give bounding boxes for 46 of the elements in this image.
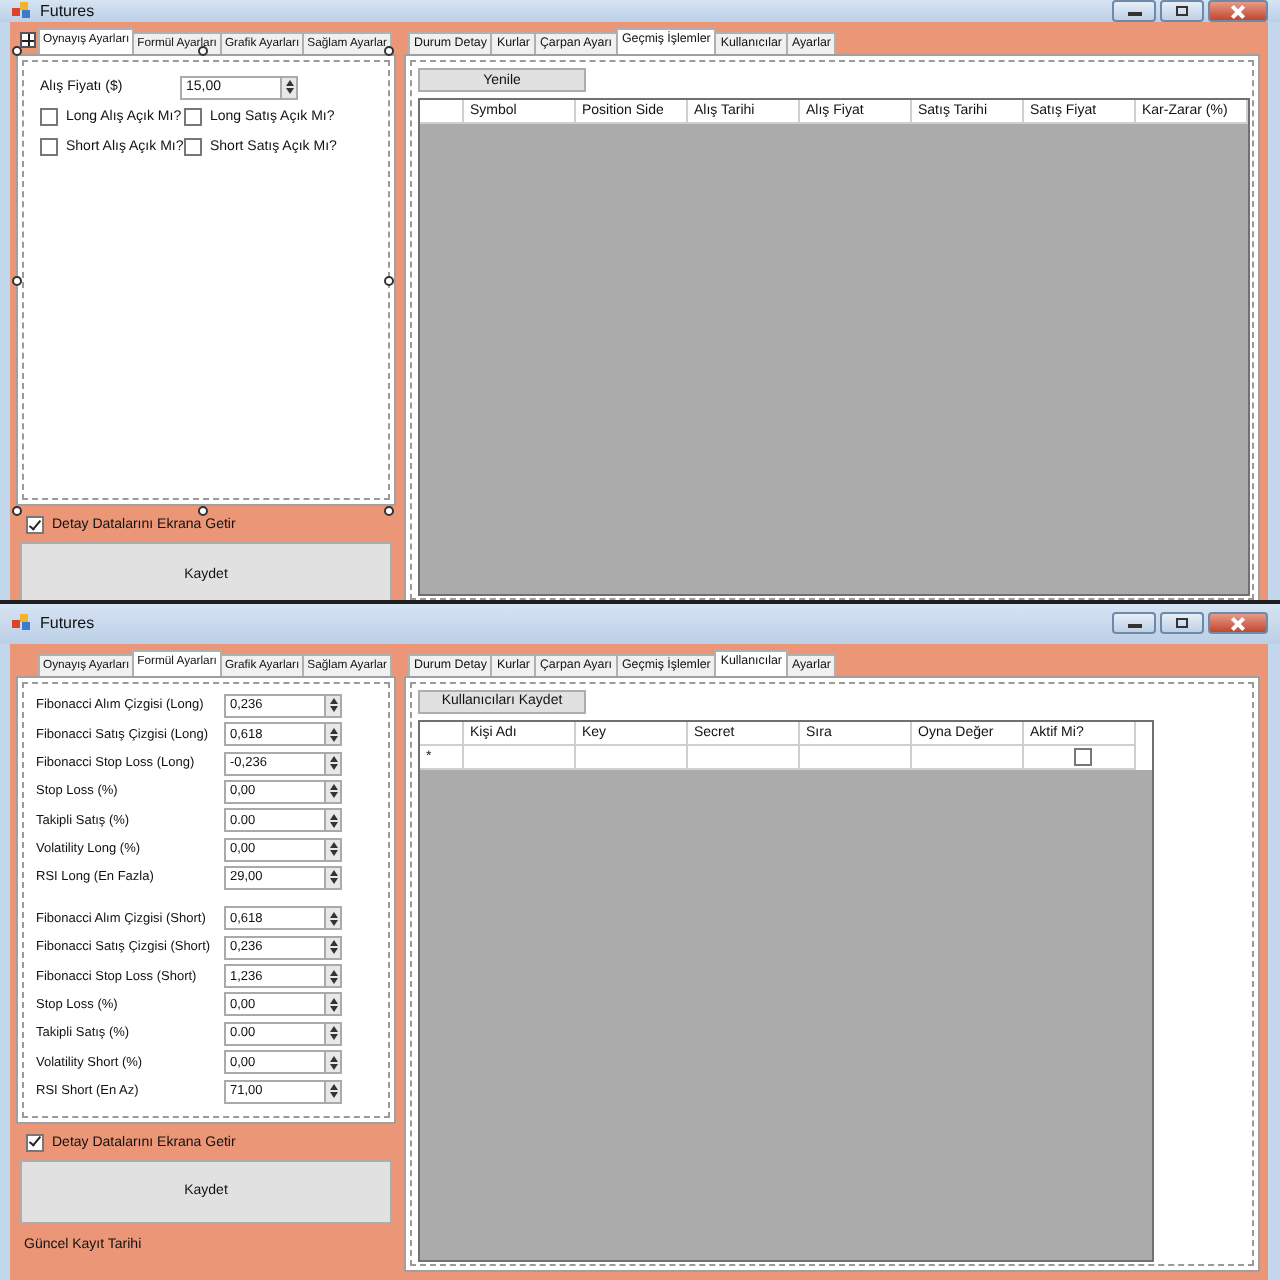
table-cell[interactable] [688,745,800,770]
checkbox[interactable] [40,108,58,126]
checkbox[interactable] [40,138,58,156]
spinner-button[interactable] [324,992,342,1017]
table-cell[interactable] [464,745,576,770]
maximize-button[interactable] [1160,0,1204,22]
checkbox[interactable] [26,516,44,534]
checkbox[interactable] [26,1133,44,1152]
app-icon [12,614,32,633]
table-cell[interactable] [800,745,912,770]
spinner-button[interactable] [324,964,342,989]
spinner-button[interactable] [324,865,342,890]
minimize-button[interactable] [1112,0,1156,22]
minimize-button[interactable] [1112,612,1156,635]
spinner-button[interactable] [324,693,342,718]
table-cell[interactable] [576,745,688,770]
move-icon[interactable] [20,32,36,48]
spinner-button[interactable] [324,779,342,804]
resize-handle[interactable] [384,46,394,56]
spinner-button[interactable] [324,1050,342,1075]
spinner-button[interactable] [324,935,342,960]
app-icon [12,2,32,20]
checkbox[interactable] [184,138,202,156]
spinner-button[interactable] [324,722,342,747]
window-title: Futures [40,2,97,20]
checkbox[interactable] [1073,747,1091,766]
spinner-button[interactable] [324,906,342,931]
table-cell[interactable] [912,745,1024,770]
spinner-button[interactable] [324,1021,342,1046]
resize-handle[interactable] [198,506,208,516]
resize-handle[interactable] [384,506,394,516]
spinner-button[interactable] [324,837,342,862]
spinner-button[interactable] [324,808,342,833]
resize-handle[interactable] [198,46,208,56]
checkbox[interactable] [184,108,202,126]
spinner-button[interactable] [324,1079,342,1103]
close-button[interactable] [1208,0,1268,22]
resize-handle[interactable] [12,276,22,286]
spinner-button[interactable] [324,751,342,776]
window-title: Futures [40,614,97,633]
resize-handle[interactable] [12,506,22,516]
spinner-button[interactable] [280,75,298,99]
resize-handle[interactable] [384,276,394,286]
close-button[interactable] [1208,612,1268,635]
maximize-button[interactable] [1160,612,1204,635]
row-header-cell [420,100,464,124]
